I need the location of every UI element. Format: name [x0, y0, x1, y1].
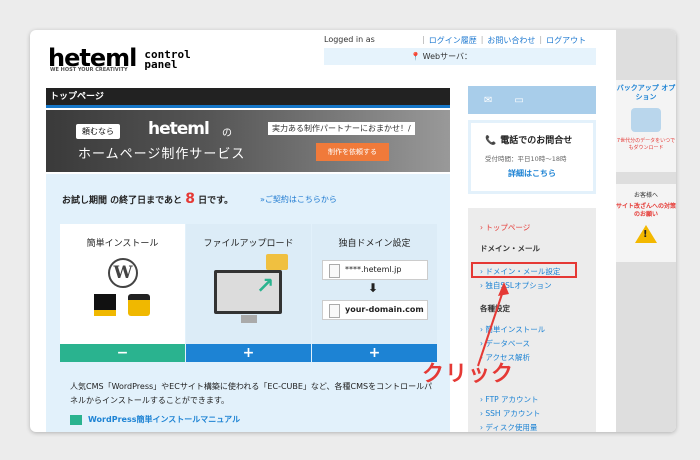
click-annotation-label: クリック [422, 362, 515, 387]
control-panel-window: heteml control panel WE HOST YOUR CREATI… [30, 30, 676, 432]
click-annotation-arrow [477, 282, 509, 367]
